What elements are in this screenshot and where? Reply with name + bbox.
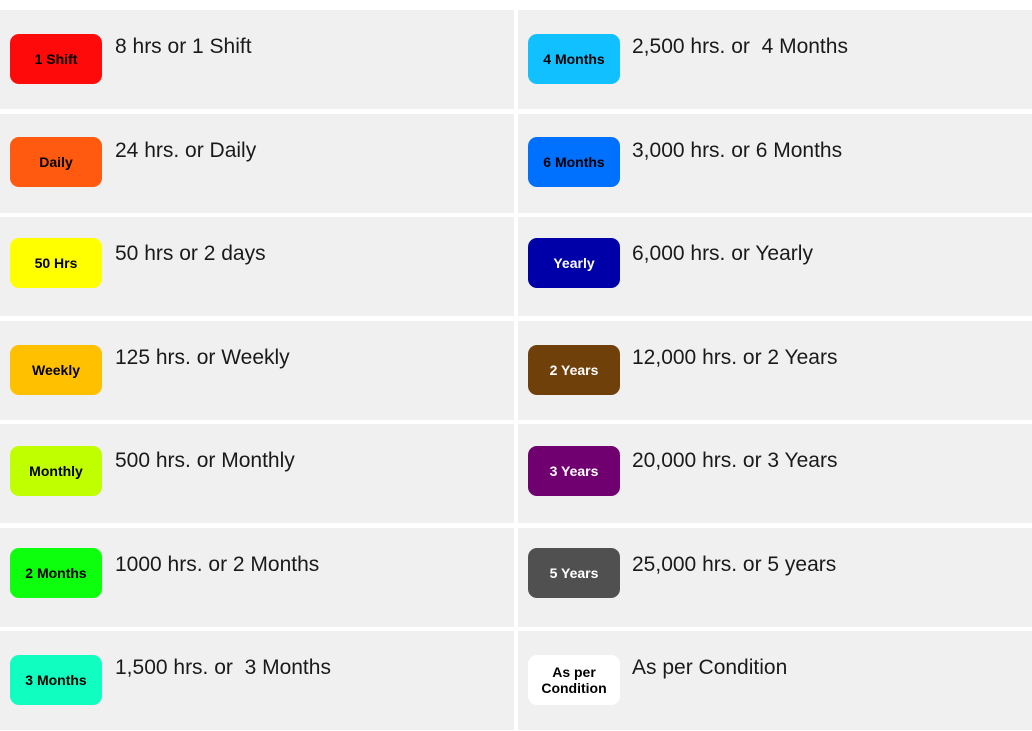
interval-description: 50 hrs or 2 days (115, 242, 266, 265)
interval-badge: Yearly (528, 238, 620, 288)
interval-badge: 5 Years (528, 548, 620, 598)
legend-row-monthly: Monthly 500 hrs. or Monthly (0, 424, 514, 523)
legend-row-as-per-condition: As per Condition As per Condition (518, 631, 1032, 730)
maintenance-interval-legend: 1 Shift 8 hrs or 1 Shift Daily 24 hrs. or D… (0, 0, 1032, 731)
interval-badge: Weekly (10, 345, 102, 395)
interval-description: 125 hrs. or Weekly (115, 346, 290, 369)
interval-description: 1000 hrs. or 2 Months (115, 553, 320, 576)
legend-row-daily: Daily 24 hrs. or Daily (0, 114, 514, 213)
legend-row-1-shift: 1 Shift 8 hrs or 1 Shift (0, 10, 514, 109)
legend-row-50-hrs: 50 Hrs 50 hrs or 2 days (0, 217, 514, 316)
interval-description: 6,000 hrs. or Yearly (632, 242, 813, 265)
interval-description: As per Condition (632, 656, 788, 679)
legend-row-4-months: 4 Months 2,500 hrs. or 4 Months (518, 10, 1032, 109)
interval-badge: 2 Years (528, 345, 620, 395)
interval-badge: Monthly (10, 446, 102, 496)
legend-row-2-years: 2 Years 12,000 hrs. or 2 Years (518, 321, 1032, 420)
legend-row-3-years: 3 Years 20,000 hrs. or 3 Years (518, 424, 1032, 523)
interval-description: 500 hrs. or Monthly (115, 449, 295, 472)
interval-badge: 3 Years (528, 446, 620, 496)
interval-badge: 6 Months (528, 137, 620, 187)
interval-description: 2,500 hrs. or 4 Months (632, 35, 848, 58)
legend-row-5-years: 5 Years 25,000 hrs. or 5 years (518, 528, 1032, 627)
interval-badge: 3 Months (10, 655, 102, 705)
interval-description: 8 hrs or 1 Shift (115, 35, 252, 58)
interval-description: 3,000 hrs. or 6 Months (632, 139, 843, 162)
interval-description: 25,000 hrs. or 5 years (632, 553, 837, 576)
interval-description: 24 hrs. or Daily (115, 139, 257, 162)
interval-description: 1,500 hrs. or 3 Months (115, 656, 331, 679)
interval-badge: 2 Months (10, 548, 102, 598)
legend-row-3-months: 3 Months 1,500 hrs. or 3 Months (0, 631, 514, 730)
interval-description: 12,000 hrs. or 2 Years (632, 346, 838, 369)
legend-row-2-months: 2 Months 1000 hrs. or 2 Months (0, 528, 514, 627)
interval-badge: Daily (10, 137, 102, 187)
legend-row-yearly: Yearly 6,000 hrs. or Yearly (518, 217, 1032, 316)
interval-badge: As per Condition (528, 655, 620, 705)
legend-row-6-months: 6 Months 3,000 hrs. or 6 Months (518, 114, 1032, 213)
interval-badge: 50 Hrs (10, 238, 102, 288)
legend-row-weekly: Weekly 125 hrs. or Weekly (0, 321, 514, 420)
interval-badge: 1 Shift (10, 34, 102, 84)
interval-badge: 4 Months (528, 34, 620, 84)
interval-description: 20,000 hrs. or 3 Years (632, 449, 838, 472)
